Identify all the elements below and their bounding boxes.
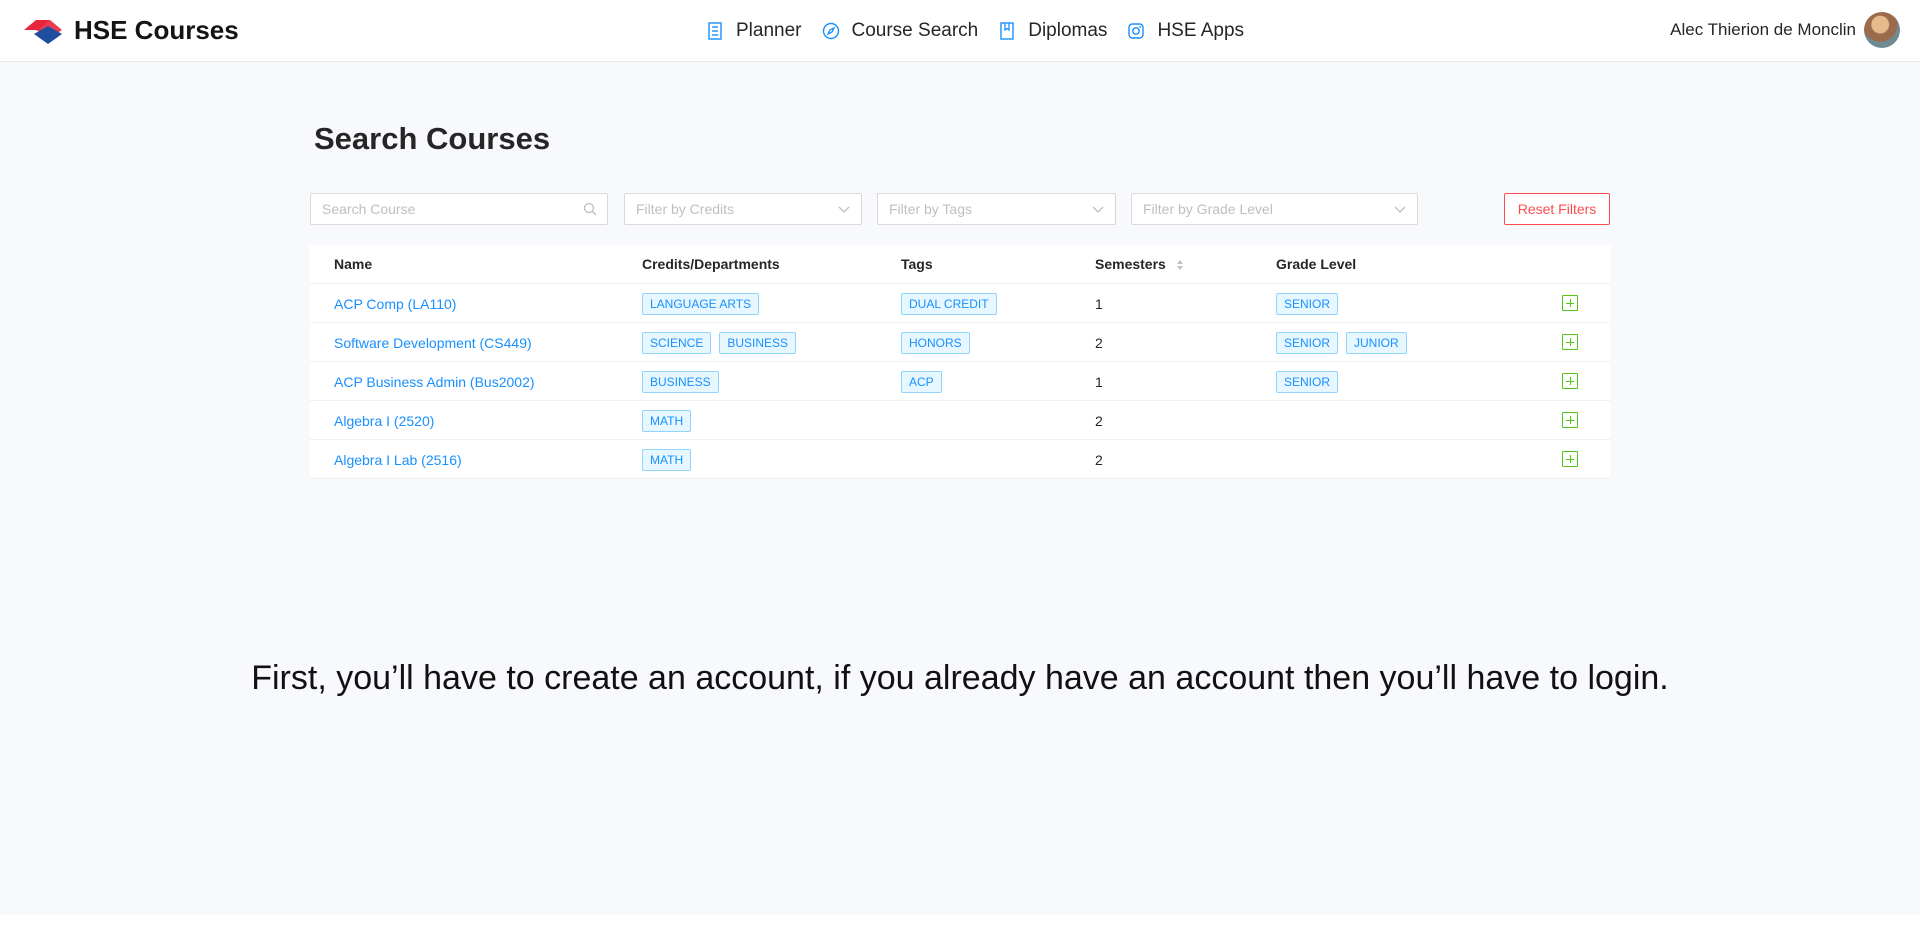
column-header-semesters-label: Semesters	[1095, 256, 1166, 272]
semesters-cell: 2	[1095, 323, 1103, 362]
table-row: ACP Business Admin (Bus2002) BUSINESS ACP 1…	[310, 362, 1610, 401]
grade-tag: JUNIOR	[1346, 331, 1407, 354]
column-header-tags: Tags	[901, 256, 933, 272]
hse-logo-icon[interactable]	[22, 16, 64, 46]
course-tag: DUAL CREDIT	[901, 292, 997, 315]
add-course-button[interactable]	[1562, 295, 1578, 311]
course-name-cell: ACP Comp (LA110)	[334, 284, 456, 323]
departments-cell: SCIENCE BUSINESS	[642, 323, 804, 362]
semesters-cell: 1	[1095, 362, 1103, 401]
reset-filters-button[interactable]: Reset Filters	[1504, 193, 1610, 225]
instruction-caption: First, you’ll have to create an account,…	[251, 659, 1669, 697]
search-placeholder: Search Course	[322, 201, 416, 217]
department-tag: SCIENCE	[642, 331, 712, 354]
instagram-icon	[1127, 22, 1145, 40]
department-tag: BUSINESS	[719, 331, 797, 354]
grade-tag: SENIOR	[1276, 370, 1339, 393]
course-name-link[interactable]: Software Development (CS449)	[334, 335, 532, 351]
semesters-value: 2	[1095, 412, 1103, 429]
table-row: ACP Comp (LA110) LANGUAGE ARTS DUAL CREDIT…	[310, 284, 1610, 323]
nav-label-diplomas: Diplomas	[1028, 20, 1108, 41]
brand-title[interactable]: HSE Courses	[74, 15, 239, 46]
semesters-cell: 2	[1095, 440, 1103, 479]
departments-cell: LANGUAGE ARTS	[642, 284, 767, 323]
course-name-cell: ACP Business Admin (Bus2002)	[334, 362, 535, 401]
tags-placeholder: Filter by Tags	[889, 201, 972, 217]
course-name-cell: Software Development (CS449)	[334, 323, 532, 362]
course-tag: ACP	[901, 370, 942, 393]
chevron-down-icon	[1394, 206, 1406, 213]
nav-item-diplomas[interactable]: Diplomas	[998, 20, 1107, 42]
chevron-down-icon	[838, 206, 850, 213]
main-nav: Planner Course Search Diplomas HSE Apps	[706, 0, 1264, 62]
table-header: Name Credits/Departments Tags Semesters …	[310, 245, 1610, 284]
tags-cell: DUAL CREDIT	[901, 284, 1005, 323]
column-header-name: Name	[334, 256, 373, 272]
planner-icon	[706, 22, 724, 40]
department-tag: LANGUAGE ARTS	[642, 292, 760, 315]
course-name-link[interactable]: Algebra I (2520)	[334, 413, 434, 429]
table-row: Algebra I Lab (2516) MATH 2	[310, 440, 1610, 479]
course-name-link[interactable]: Algebra I Lab (2516)	[334, 452, 462, 468]
semesters-value: 1	[1095, 373, 1103, 390]
nav-item-hse-apps[interactable]: HSE Apps	[1127, 20, 1244, 42]
add-course-button[interactable]	[1562, 334, 1578, 350]
tags-filter-select[interactable]: Filter by Tags	[877, 193, 1116, 225]
course-name-cell: Algebra I (2520)	[334, 401, 434, 440]
nav-item-planner[interactable]: Planner	[706, 20, 802, 42]
departments-cell: MATH	[642, 401, 699, 440]
table-body: ACP Comp (LA110) LANGUAGE ARTS DUAL CREDIT…	[310, 284, 1610, 479]
table-row: Software Development (CS449) SCIENCE BUSIN…	[310, 323, 1610, 362]
chevron-down-icon	[1092, 206, 1104, 213]
book-icon	[998, 22, 1016, 40]
grade-tag: SENIOR	[1276, 292, 1339, 315]
grade-filter-select[interactable]: Filter by Grade Level	[1131, 193, 1418, 225]
semesters-cell: 1	[1095, 284, 1103, 323]
course-name-link[interactable]: ACP Comp (LA110)	[334, 296, 456, 312]
nav-label-course-search: Course Search	[851, 20, 979, 41]
grade-level-cell: SENIOR JUNIOR	[1276, 323, 1415, 362]
filter-bar: Search Course Filter by Credits Filter b…	[310, 193, 1610, 225]
semesters-cell: 2	[1095, 401, 1103, 440]
departments-cell: BUSINESS	[642, 362, 727, 401]
course-tag: HONORS	[901, 331, 970, 354]
credits-filter-select[interactable]: Filter by Credits	[624, 193, 862, 225]
semesters-value: 2	[1095, 334, 1103, 351]
column-header-departments: Credits/Departments	[642, 256, 780, 272]
footer-strip	[0, 915, 1920, 931]
grade-placeholder: Filter by Grade Level	[1143, 201, 1273, 217]
course-name-link[interactable]: ACP Business Admin (Bus2002)	[334, 374, 535, 390]
department-tag: BUSINESS	[642, 370, 719, 393]
search-input[interactable]: Search Course	[310, 193, 608, 225]
tags-cell: HONORS	[901, 323, 978, 362]
sort-icon[interactable]	[1176, 259, 1184, 271]
grade-tag: SENIOR	[1276, 331, 1339, 354]
nav-item-course-search[interactable]: Course Search	[822, 20, 979, 42]
nav-label-planner: Planner	[736, 20, 802, 41]
credits-placeholder: Filter by Credits	[636, 201, 735, 217]
department-tag: MATH	[642, 448, 692, 471]
column-header-semesters[interactable]: Semesters	[1095, 256, 1184, 272]
add-course-button[interactable]	[1562, 412, 1578, 428]
add-course-button[interactable]	[1562, 373, 1578, 389]
grade-level-cell: SENIOR	[1276, 284, 1346, 323]
avatar[interactable]	[1864, 12, 1900, 48]
add-course-button[interactable]	[1562, 451, 1578, 467]
semesters-value: 2	[1095, 451, 1103, 468]
page-title: Search Courses	[314, 121, 551, 156]
table-row: Algebra I (2520) MATH 2	[310, 401, 1610, 440]
courses-table: Name Credits/Departments Tags Semesters …	[310, 245, 1610, 479]
semesters-value: 1	[1095, 295, 1103, 312]
course-name-cell: Algebra I Lab (2516)	[334, 440, 462, 479]
nav-label-hse-apps: HSE Apps	[1157, 20, 1245, 41]
department-tag: MATH	[642, 409, 692, 432]
column-header-grade-level: Grade Level	[1276, 256, 1357, 272]
search-icon[interactable]	[583, 202, 597, 216]
tags-cell: ACP	[901, 362, 950, 401]
grade-level-cell: SENIOR	[1276, 362, 1346, 401]
user-name[interactable]: Alec Thierion de Monclin	[1670, 20, 1856, 40]
top-nav-bar: HSE Courses Planner Course Search Diplom…	[0, 0, 1920, 62]
compass-icon	[822, 22, 840, 40]
departments-cell: MATH	[642, 440, 699, 479]
